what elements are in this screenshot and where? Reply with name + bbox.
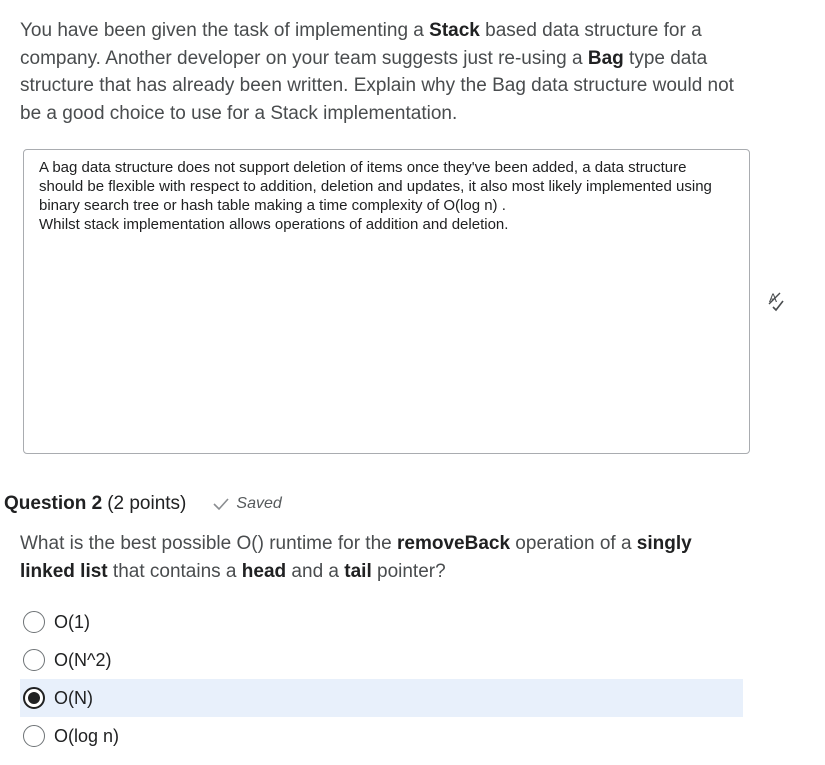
prompt-bold-removeback: removeBack xyxy=(397,533,511,554)
saved-label: Saved xyxy=(236,495,282,512)
question-2-header: Question 2 (2 points) Saved xyxy=(4,491,282,517)
radio-dot xyxy=(28,692,40,704)
answer-options: O(1) O(N^2) O(N) O(log n) xyxy=(20,603,743,755)
radio-button[interactable] xyxy=(23,611,45,633)
prompt-bold-tail: tail xyxy=(344,561,372,582)
prompt-text: operation of a xyxy=(510,533,637,554)
prompt-text: pointer? xyxy=(371,561,446,582)
option-label: O(N^2) xyxy=(54,649,112,670)
prompt-text: and a xyxy=(286,561,345,582)
prompt-bold-head: head xyxy=(241,561,287,582)
option-o-n[interactable]: O(N) xyxy=(20,679,743,717)
option-label: O(log n) xyxy=(54,725,120,746)
prompt-bold-bag: Bag xyxy=(587,47,624,69)
question-2-prompt: What is the best possible O() runtime fo… xyxy=(20,530,740,586)
option-o-1[interactable]: O(1) xyxy=(20,603,743,641)
saved-status: Saved xyxy=(212,491,282,517)
prompt-text: What is the best possible O() runtime fo… xyxy=(20,533,397,554)
option-label: O(N) xyxy=(54,687,93,708)
radio-button[interactable] xyxy=(23,649,45,671)
prompt-text: You have been given the task of implemen… xyxy=(20,20,430,41)
prompt-text: that contains a xyxy=(107,561,242,582)
question-1-prompt: You have been given the task of implemen… xyxy=(20,17,740,127)
option-o-n-squared[interactable]: O(N^2) xyxy=(20,641,743,679)
spellcheck-icon[interactable]: A xyxy=(765,290,787,312)
radio-button-checked[interactable] xyxy=(23,687,45,709)
prompt-bold-stack: Stack xyxy=(429,20,480,41)
question-2-title: Question 2 xyxy=(4,493,103,514)
option-o-log-n[interactable]: O(log n) xyxy=(20,717,743,755)
checkmark-icon xyxy=(213,498,229,511)
radio-button[interactable] xyxy=(23,725,45,747)
option-label: O(1) xyxy=(54,611,90,632)
answer-textarea[interactable]: A bag data structure does not support de… xyxy=(23,149,750,454)
question-2-points: (2 points) xyxy=(107,493,187,514)
